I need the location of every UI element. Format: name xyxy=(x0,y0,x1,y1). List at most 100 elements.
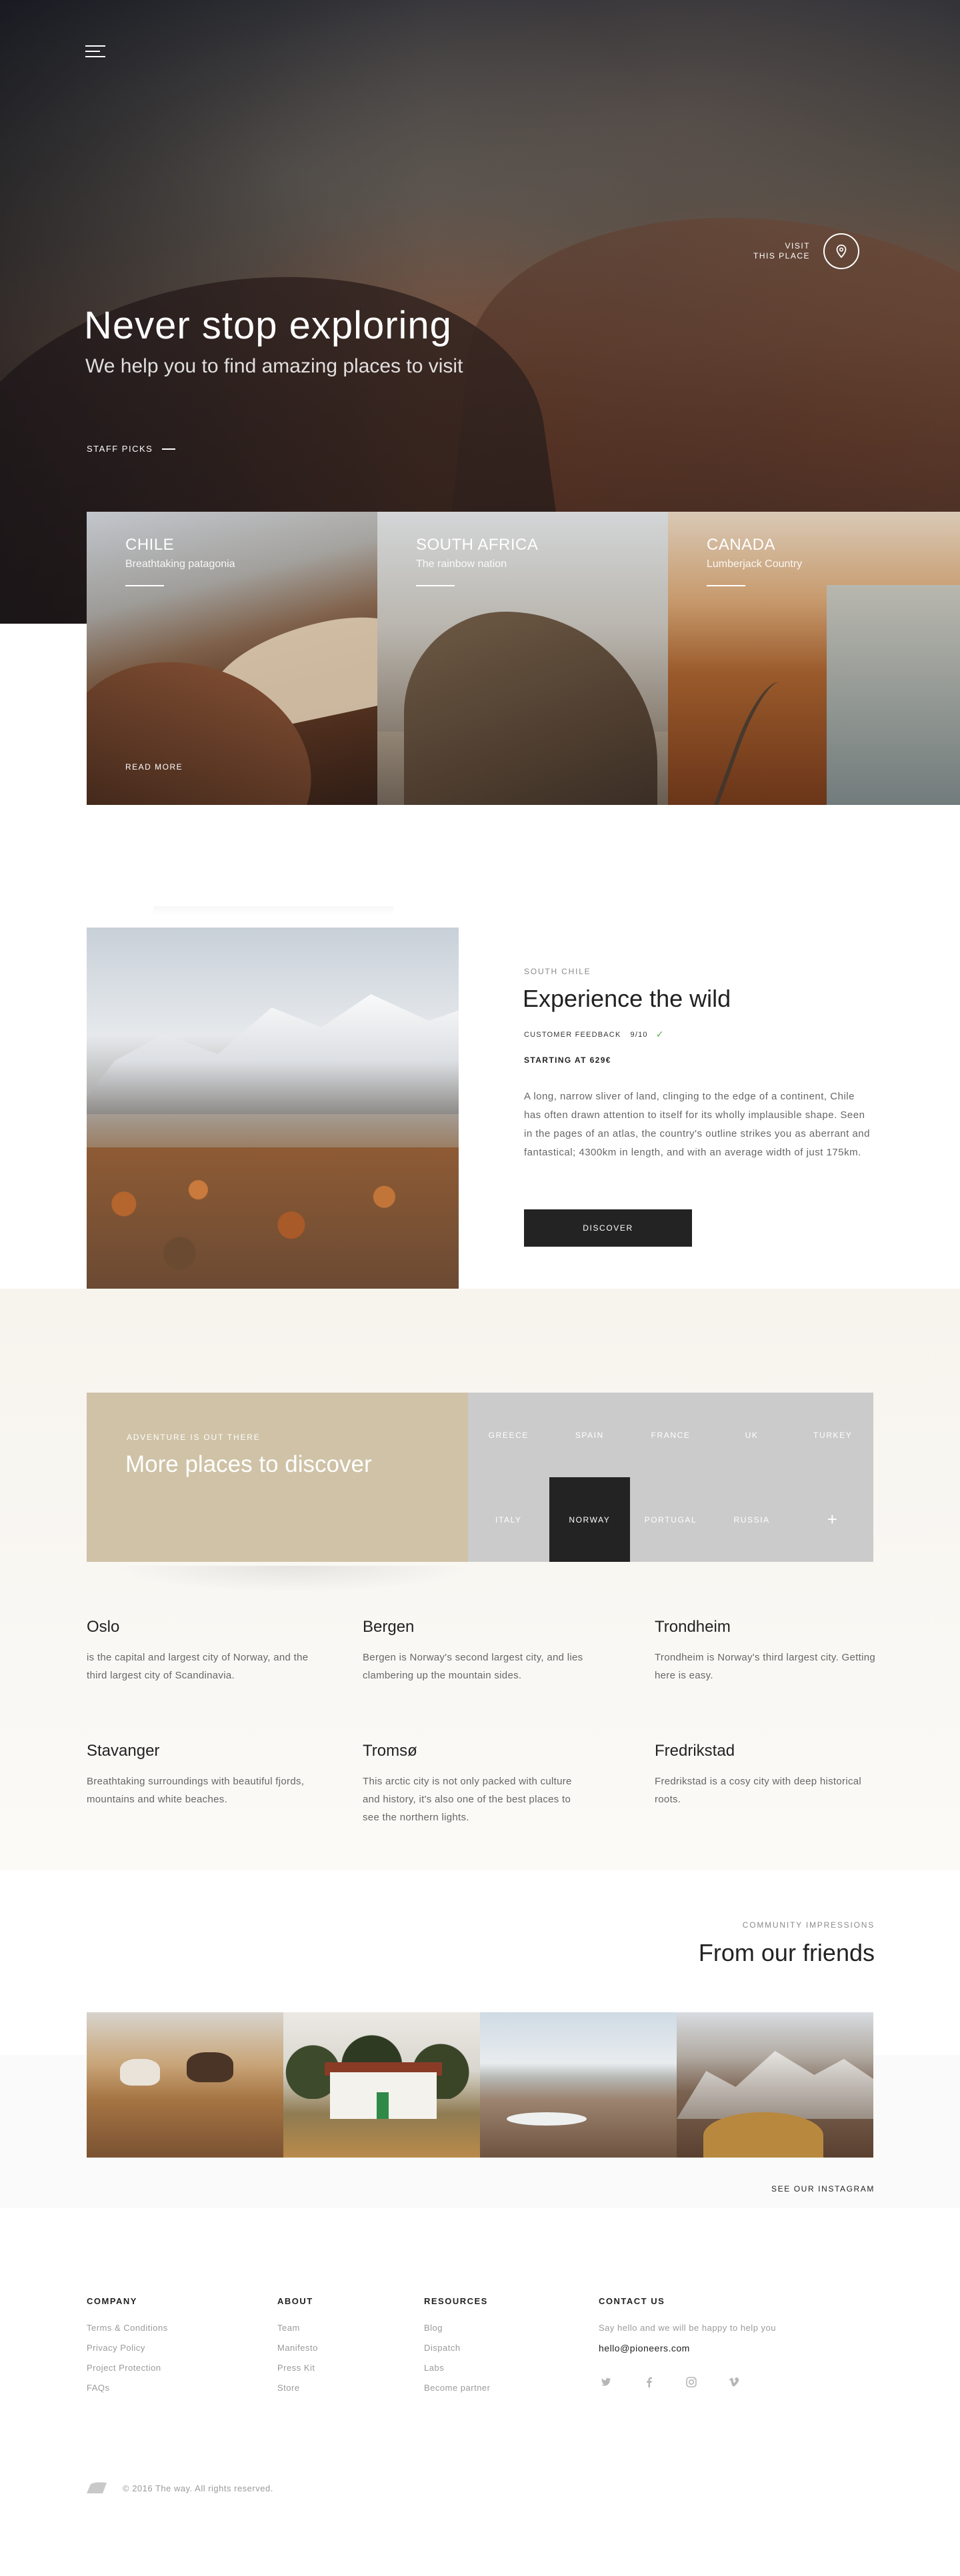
contact-email-link[interactable]: hello@pioneers.com xyxy=(599,2338,776,2358)
instagram-photo-house[interactable] xyxy=(283,2012,480,2158)
hero-title: Never stop exploring xyxy=(84,304,452,347)
country-portugal[interactable]: PORTUGAL xyxy=(630,1477,711,1562)
footer-link-terms[interactable]: Terms & Conditions xyxy=(87,2318,168,2338)
country-italy[interactable]: ITALY xyxy=(468,1477,549,1562)
footer-link-labs[interactable]: Labs xyxy=(424,2358,491,2378)
starting-price: STARTING AT 629€ xyxy=(524,1055,611,1065)
vimeo-icon[interactable] xyxy=(727,2375,741,2389)
card-canada[interactable]: CANADA Lumberjack Country xyxy=(668,512,960,805)
card-subtitle: The rainbow nation xyxy=(416,558,507,570)
city-item: Fredrikstad Fredrikstad is a cosy city w… xyxy=(655,1742,881,1808)
experience-eyebrow: SOUTH CHILE xyxy=(524,967,591,976)
hamburger-menu-icon[interactable] xyxy=(85,44,105,59)
city-description: Breathtaking surroundings with beautiful… xyxy=(87,1776,305,1805)
footer-link-privacy[interactable]: Privacy Policy xyxy=(87,2338,168,2358)
instagram-photo-mountain[interactable] xyxy=(677,2012,873,2158)
experience-photo xyxy=(87,928,459,1289)
staff-picks-label: STAFF PICKS xyxy=(87,444,153,454)
footer-link-team[interactable]: Team xyxy=(277,2318,318,2338)
photo-detail xyxy=(677,2051,873,2119)
see-instagram-link[interactable]: SEE OUR INSTAGRAM xyxy=(771,2184,875,2194)
city-name: Fredrikstad xyxy=(655,1742,735,1760)
footer-link-faqs[interactable]: FAQs xyxy=(87,2378,168,2398)
country-russia[interactable]: RUSSIA xyxy=(711,1477,793,1562)
city-item: Stavanger Breathtaking surroundings with… xyxy=(87,1742,313,1808)
city-item: Tromsø This arctic city is not only pack… xyxy=(363,1742,589,1826)
friends-eyebrow: COMMUNITY IMPRESSIONS xyxy=(742,1920,875,1930)
footer-link-blog[interactable]: Blog xyxy=(424,2318,491,2338)
location-pin-button[interactable] xyxy=(823,233,860,269)
city-description: is the capital and largest city of Norwa… xyxy=(87,1652,309,1681)
footer-contact: CONTACT US Say hello and we will be happ… xyxy=(599,2296,776,2358)
photo-detail xyxy=(377,2092,389,2119)
card-chile[interactable]: CHILE Breathtaking patagonia READ MORE xyxy=(87,512,377,805)
photo-detail xyxy=(507,2112,587,2126)
country-spain[interactable]: SPAIN xyxy=(549,1393,631,1477)
country-norway[interactable]: NORWAY xyxy=(549,1477,631,1562)
country-greece[interactable]: GREECE xyxy=(468,1393,549,1477)
discover-title: More places to discover xyxy=(125,1451,372,1477)
footer-heading: COMPANY xyxy=(87,2296,137,2306)
experience-title: Experience the wild xyxy=(523,985,731,1012)
city-name: Oslo xyxy=(87,1618,120,1636)
city-description: This arctic city is not only packed with… xyxy=(363,1776,572,1823)
visit-label-line2: THIS PLACE xyxy=(753,251,811,261)
hero-subtitle: We help you to find amazing places to vi… xyxy=(85,355,463,377)
city-item: Bergen Bergen is Norway's second largest… xyxy=(363,1618,589,1684)
photo-detail xyxy=(120,2059,160,2086)
city-item: Oslo is the capital and largest city of … xyxy=(87,1618,313,1684)
photo-detail xyxy=(703,2112,823,2158)
card-south-africa[interactable]: SOUTH AFRICA The rainbow nation xyxy=(377,512,668,805)
footer-link-manifesto[interactable]: Manifesto xyxy=(277,2338,318,2358)
instagram-icon[interactable] xyxy=(684,2375,699,2389)
card-divider xyxy=(707,585,745,586)
country-france[interactable]: FRANCE xyxy=(630,1393,711,1477)
staff-picks-link[interactable]: STAFF PICKS xyxy=(87,444,176,454)
footer-link-dispatch[interactable]: Dispatch xyxy=(424,2338,491,2358)
city-name: Bergen xyxy=(363,1618,415,1636)
footer-link-project-protection[interactable]: Project Protection xyxy=(87,2358,168,2378)
footer-about: ABOUT Team Manifesto Press Kit Store xyxy=(277,2296,318,2398)
contact-text: Say hello and we will be happy to help y… xyxy=(599,2323,776,2333)
footer-link-press-kit[interactable]: Press Kit xyxy=(277,2358,318,2378)
dash-icon xyxy=(162,448,176,450)
instagram-photo-horses[interactable] xyxy=(87,2012,283,2158)
card-image-sea xyxy=(827,585,960,805)
card-subtitle: Breathtaking patagonia xyxy=(125,558,235,570)
card-divider xyxy=(416,585,455,586)
copyright-text: © 2016 The way. All rights reserved. xyxy=(123,2483,273,2493)
card-label: SOUTH AFRICA The rainbow nation xyxy=(416,536,538,586)
photo-brush xyxy=(87,1147,459,1289)
discover-button[interactable]: DISCOVER xyxy=(524,1209,692,1247)
footer-link-become-partner[interactable]: Become partner xyxy=(424,2378,491,2398)
footer-link-store[interactable]: Store xyxy=(277,2378,318,2398)
facebook-icon[interactable] xyxy=(641,2375,656,2389)
city-description: Bergen is Norway's second largest city, … xyxy=(363,1652,583,1681)
plus-icon[interactable]: + xyxy=(792,1477,873,1562)
card-title: SOUTH AFRICA xyxy=(416,536,539,554)
country-uk[interactable]: UK xyxy=(711,1393,793,1477)
footer-heading: RESOURCES xyxy=(424,2296,488,2306)
friends-title: From our friends xyxy=(698,1939,875,1966)
city-description: Trondheim is Norway's third largest city… xyxy=(655,1652,876,1681)
instagram-photo-tundra[interactable] xyxy=(480,2012,677,2158)
visit-this-place[interactable]: VISIT THIS PLACE xyxy=(753,233,860,269)
city-name: Stavanger xyxy=(87,1742,160,1760)
country-selector: GREECE SPAIN FRANCE UK TURKEY ITALY NORW… xyxy=(468,1393,873,1562)
destination-cards: CHILE Breathtaking patagonia READ MORE S… xyxy=(87,512,960,805)
card-label: CANADA Lumberjack Country xyxy=(707,536,802,586)
read-more-link[interactable]: READ MORE xyxy=(125,762,183,772)
experience-description: A long, narrow sliver of land, clinging … xyxy=(524,1091,870,1158)
decorative-shadow xyxy=(153,906,393,916)
twitter-icon[interactable] xyxy=(599,2375,613,2389)
footer-company: COMPANY Terms & Conditions Privacy Polic… xyxy=(87,2296,168,2398)
card-title: CHILE xyxy=(125,536,175,554)
visit-label: VISIT THIS PLACE xyxy=(753,241,810,261)
city-description: Fredrikstad is a cosy city with deep his… xyxy=(655,1776,862,1805)
decorative-shadow xyxy=(113,1566,473,1593)
country-turkey[interactable]: TURKEY xyxy=(792,1393,873,1477)
discover-eyebrow: ADVENTURE IS OUT THERE xyxy=(127,1433,261,1442)
social-links xyxy=(599,2375,769,2389)
city-name: Trondheim xyxy=(655,1618,731,1636)
footer-heading: ABOUT xyxy=(277,2296,313,2306)
